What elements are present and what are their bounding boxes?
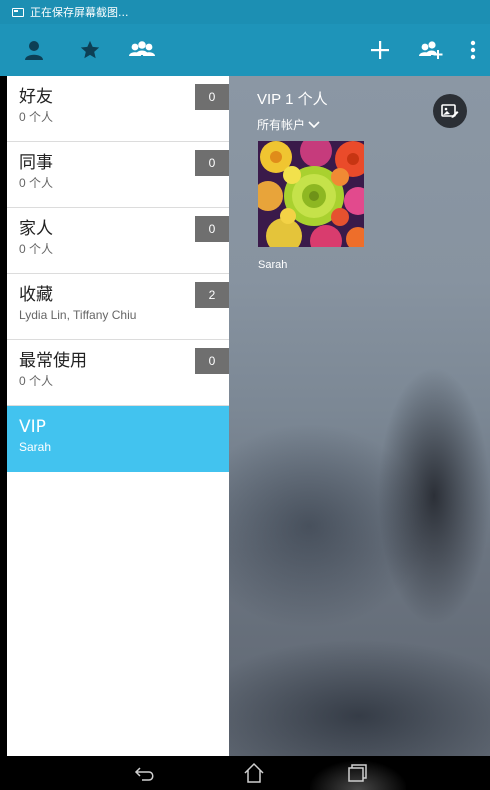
tab-groups[interactable] xyxy=(122,24,162,76)
home-button[interactable] xyxy=(229,756,279,790)
add-contact-button[interactable] xyxy=(360,24,400,76)
group-icon xyxy=(129,41,155,56)
tab-favorites[interactable] xyxy=(70,24,110,76)
contact-photo-sarah[interactable] xyxy=(258,141,364,247)
group-detail-panel: VIP 1 个人 所有帐户 Sarah xyxy=(229,76,490,756)
account-filter-label: 所有帐户 xyxy=(257,118,306,132)
group-name: 家人 xyxy=(19,219,53,239)
edit-group-icon xyxy=(441,104,459,118)
group-count-badge: 0 xyxy=(195,150,229,176)
group-members: 0 个人 xyxy=(19,242,54,256)
tab-contacts[interactable] xyxy=(14,24,54,76)
add-icon xyxy=(371,41,389,59)
edit-group-button[interactable] xyxy=(433,94,467,128)
group-name: 收藏 xyxy=(19,285,53,305)
back-button[interactable] xyxy=(120,756,170,790)
overflow-menu-button[interactable] xyxy=(458,24,488,76)
status-text: 正在保存屏幕截图... xyxy=(30,6,129,19)
star-icon xyxy=(80,40,100,59)
overflow-menu-icon xyxy=(470,40,476,60)
chevron-down-icon xyxy=(308,120,320,128)
group-item-favorites[interactable]: 收藏 Lydia Lin, Tiffany Chiu 2 xyxy=(7,274,229,340)
group-members: Sarah xyxy=(19,440,52,454)
back-icon xyxy=(134,767,154,781)
flower-photo xyxy=(258,141,364,247)
group-members: 0 个人 xyxy=(19,110,54,124)
group-name: 好友 xyxy=(19,87,53,107)
navigation-bar xyxy=(0,756,490,790)
group-item-vip[interactable]: VIP Sarah xyxy=(7,406,229,472)
group-title: VIP 1 个人 xyxy=(257,91,328,108)
group-item-frequent[interactable]: 最常使用 0 个人 0 xyxy=(7,340,229,406)
group-name: VIP xyxy=(19,417,46,437)
group-item-colleagues[interactable]: 同事 0 个人 0 xyxy=(7,142,229,208)
add-group-icon xyxy=(419,41,443,59)
group-members: Lydia Lin, Tiffany Chiu xyxy=(19,308,137,322)
account-filter-dropdown[interactable]: 所有帐户 xyxy=(257,116,320,133)
group-name: 最常使用 xyxy=(19,351,87,371)
person-icon xyxy=(25,41,43,60)
group-item-family[interactable]: 家人 0 个人 0 xyxy=(7,208,229,274)
action-bar xyxy=(0,24,490,76)
add-group-button[interactable] xyxy=(411,24,451,76)
recent-apps-button[interactable] xyxy=(332,756,382,790)
screenshot-icon xyxy=(12,7,24,17)
group-members: 0 个人 xyxy=(19,374,54,388)
group-name: 同事 xyxy=(19,153,53,173)
group-members: 0 个人 xyxy=(19,176,54,190)
contact-name: Sarah xyxy=(258,259,288,271)
group-list: 好友 0 个人 0 同事 0 个人 0 家人 0 个人 0 收藏 Lydia L… xyxy=(7,76,229,756)
home-icon xyxy=(244,762,264,783)
recent-apps-icon xyxy=(348,764,367,782)
group-count-badge: 0 xyxy=(195,84,229,110)
group-count-badge: 0 xyxy=(195,348,229,374)
group-count-badge: 2 xyxy=(195,282,229,308)
group-count-badge: 0 xyxy=(195,216,229,242)
group-item-friends[interactable]: 好友 0 个人 0 xyxy=(7,76,229,142)
status-bar: 正在保存屏幕截图... xyxy=(0,0,490,24)
